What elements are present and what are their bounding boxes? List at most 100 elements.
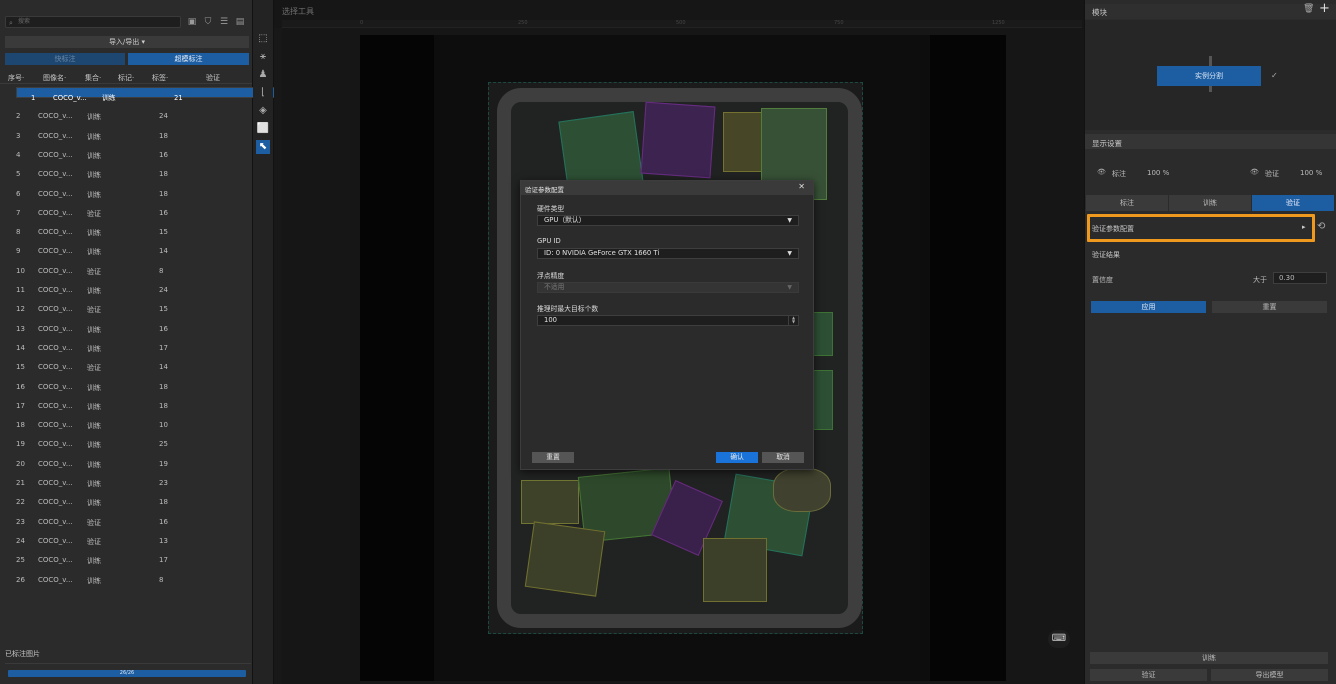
table-row[interactable]: 11 COCO_v... 训练 24	[2, 280, 252, 299]
col-mark[interactable]: 标记·	[118, 73, 134, 83]
row-set: 验证	[87, 364, 101, 373]
table-row[interactable]: 13 COCO_v... 训练 16	[2, 319, 252, 338]
hardware-select[interactable]: GPU（默认） ▼	[537, 215, 799, 226]
table-row[interactable]: 15 COCO_v... 验证 14	[2, 357, 252, 376]
tab-annotate[interactable]: 标注	[1086, 195, 1168, 211]
super-label-button[interactable]: 超模标注	[128, 53, 249, 65]
tab-train[interactable]: 训练	[1169, 195, 1251, 211]
import-export-dropdown[interactable]: 导入/导出 ▾	[5, 36, 249, 48]
cancel-text: 取消	[776, 453, 790, 461]
stamp-icon[interactable]: ♟	[256, 68, 270, 82]
table-row[interactable]: 3 COCO_v... 训练 18	[2, 126, 252, 145]
confirm-button[interactable]: 确认	[716, 452, 758, 463]
table-row[interactable]: 12 COCO_v... 验证 15	[2, 299, 252, 318]
verify-button[interactable]: 验证	[1090, 669, 1207, 681]
row-label-count: 23	[159, 479, 168, 487]
rect-select-icon[interactable]: ⬜	[256, 122, 270, 136]
row-set: 训练	[87, 422, 101, 431]
table-row[interactable]: 16 COCO_v... 训练 18	[2, 377, 252, 396]
funnel-filter-icon[interactable]: ⛉	[202, 16, 214, 28]
instance-segmentation-node[interactable]: 实例分割	[1157, 66, 1261, 86]
confidence-input[interactable]: 0.30	[1273, 272, 1327, 284]
max-objects-input[interactable]: 100 ▲ ▼	[537, 315, 799, 326]
row-set: 训练	[87, 171, 101, 180]
table-row[interactable]: 19 COCO_v... 训练 25	[2, 434, 252, 453]
table-row[interactable]: 17 COCO_v... 训练 18	[2, 396, 252, 415]
add-icon[interactable]: +	[1319, 1, 1330, 16]
row-label-count: 18	[159, 189, 168, 198]
row-set: 训练	[87, 383, 101, 392]
stepper-icon[interactable]: ▲ ▼	[788, 316, 798, 325]
col-label[interactable]: 标签·	[152, 73, 168, 83]
row-index: 9	[16, 247, 21, 256]
table-row[interactable]: 24 COCO_v... 验证 13	[2, 531, 252, 550]
col-verify[interactable]: 验证	[206, 73, 220, 83]
export-model-button[interactable]: 导出模型	[1211, 669, 1328, 681]
brush-select-icon[interactable]: ⌊	[256, 86, 270, 100]
labeled-images-title: 已标注图片	[5, 650, 40, 658]
table-row[interactable]: 18 COCO_v... 训练 10	[2, 415, 252, 434]
cancel-button[interactable]: 取消	[762, 452, 804, 463]
table-row[interactable]: 14 COCO_v... 训练 17	[2, 338, 252, 357]
table-row[interactable]: 7 COCO_v... 验证 16	[2, 203, 252, 222]
list-view-icon[interactable]: ☰	[218, 16, 230, 28]
quick-label-button[interactable]: 快标注	[5, 53, 125, 65]
reset-button[interactable]: 重置	[1212, 301, 1327, 313]
row-label-count: 25	[159, 440, 168, 449]
hardware-label: 硬件类型	[537, 205, 565, 213]
table-row[interactable]: 10 COCO_v... 验证 8	[2, 261, 252, 280]
table-row[interactable]: 21 COCO_v... 训练 23	[2, 473, 252, 492]
export-text: 导出模型	[1255, 671, 1284, 679]
image-filter-icon[interactable]: ▣	[186, 16, 198, 28]
eraser-icon[interactable]: ◈	[256, 104, 270, 118]
close-icon[interactable]: ✕	[798, 182, 805, 191]
eye-icon[interactable]: 👁	[1097, 168, 1106, 176]
apply-button[interactable]: 应用	[1091, 301, 1206, 313]
module-node-text: 实例分割	[1195, 72, 1223, 80]
annotate-opacity[interactable]: 100 %	[1147, 169, 1169, 177]
trash-icon[interactable]: 🗑	[1303, 4, 1314, 14]
verify-result-title: 验证结果	[1092, 251, 1120, 259]
row-set: 训练	[87, 576, 101, 585]
keyboard-shortcuts-icon[interactable]: ⌨	[1048, 630, 1070, 648]
eye-icon[interactable]: 👁	[1250, 168, 1259, 176]
table-row[interactable]: 4 COCO_v... 训练 16	[2, 145, 252, 164]
col-image-name[interactable]: 图像名·	[43, 73, 66, 83]
polygon-select-icon[interactable]: ⬚	[256, 32, 270, 46]
search-input[interactable]: ⌕ 搜索	[5, 16, 181, 28]
selection-tool-icon[interactable]: ⬉	[256, 140, 270, 154]
verify-text: 验证	[1141, 671, 1156, 679]
table-row[interactable]: 25 COCO_v... 训练 17	[2, 550, 252, 569]
table-row[interactable]: 20 COCO_v... 训练 19	[2, 454, 252, 473]
history-icon[interactable]: ⟲	[1317, 221, 1325, 232]
row-index: 18	[16, 421, 25, 430]
table-row[interactable]: 1 COCO_v... 训练 21	[16, 87, 278, 102]
image-settings-icon[interactable]: ▤	[234, 16, 246, 28]
row-index: 12	[16, 305, 25, 314]
quick-label-text: 快标注	[54, 55, 76, 63]
table-row[interactable]: 26 COCO_v... 训练 8	[2, 570, 252, 589]
row-set: 验证	[87, 209, 101, 218]
table-row[interactable]: 5 COCO_v... 训练 18	[2, 164, 252, 183]
row-index: 1	[31, 94, 36, 102]
verify-opacity[interactable]: 100 %	[1300, 169, 1322, 177]
row-index: 11	[16, 286, 25, 294]
row-set: 训练	[87, 480, 101, 488]
tab-verify[interactable]: 验证	[1252, 195, 1334, 211]
module-title: 模块	[1092, 8, 1107, 17]
table-row[interactable]: 22 COCO_v... 训练 18	[2, 492, 252, 511]
table-row[interactable]: 9 COCO_v... 训练 14	[2, 241, 252, 260]
row-index: 3	[16, 131, 21, 140]
row-image-name: COCO_v...	[53, 94, 87, 102]
row-image-name: COCO_v...	[38, 266, 73, 275]
train-button[interactable]: 训练	[1090, 652, 1328, 664]
col-set[interactable]: 集合·	[85, 73, 101, 83]
table-row[interactable]: 8 COCO_v... 训练 15	[2, 222, 252, 241]
dialog-reset-button[interactable]: 重置	[532, 452, 574, 463]
col-index[interactable]: 序号·	[8, 73, 24, 83]
table-row[interactable]: 6 COCO_v... 训练 18	[2, 184, 252, 203]
gpu-select[interactable]: ID: 0 NVIDIA GeForce GTX 1660 Ti ▼	[537, 248, 799, 259]
magic-wand-icon[interactable]: ⚹	[256, 50, 270, 64]
table-row[interactable]: 2 COCO_v... 训练 24	[2, 106, 252, 125]
table-row[interactable]: 23 COCO_v... 验证 16	[2, 512, 252, 531]
